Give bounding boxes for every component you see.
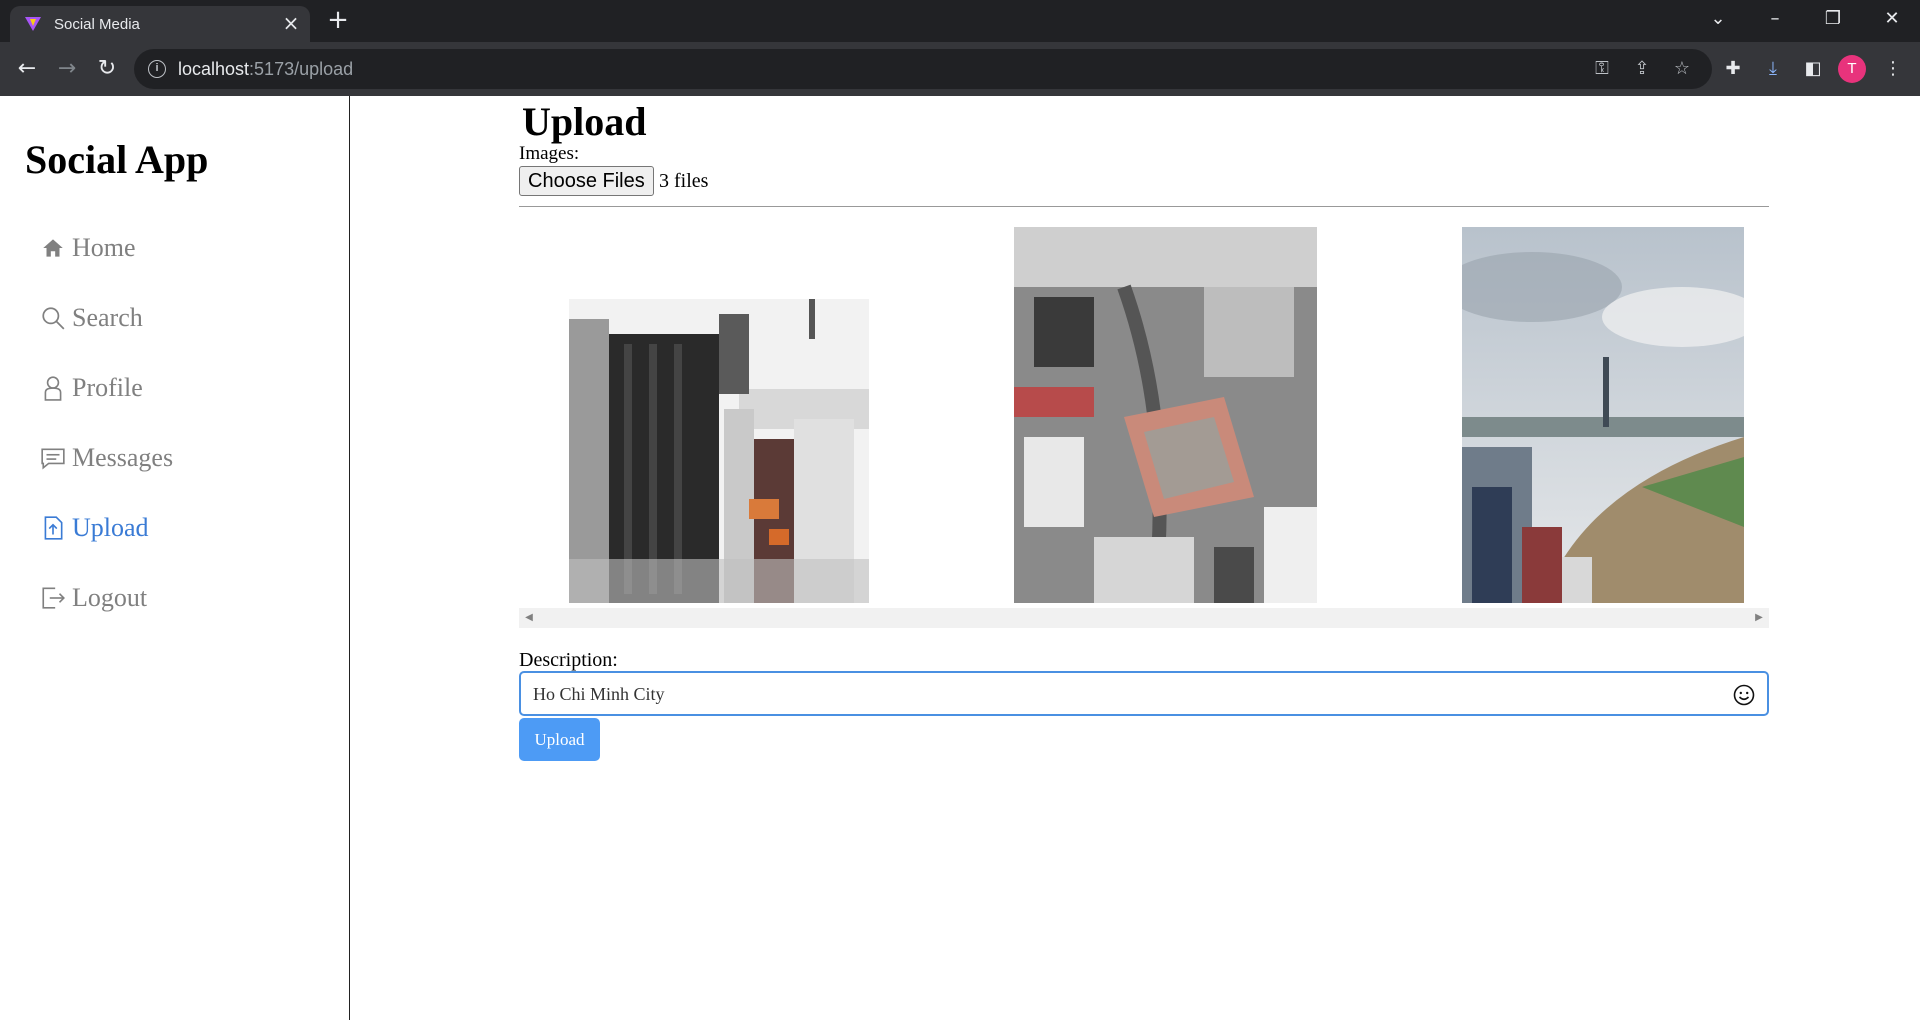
sidebar-item-label: Logout: [72, 583, 148, 612]
sidebar: Social App Home Search Profile Messages …: [0, 96, 350, 1020]
sidebar-item-label: Messages: [72, 443, 174, 472]
preview-image-1: [569, 299, 869, 603]
upload-button[interactable]: Upload: [519, 718, 600, 761]
images-label: Images:: [519, 143, 580, 164]
brand-title: Social App: [25, 137, 209, 182]
extensions-icon[interactable]: ✚: [1718, 54, 1748, 84]
minimize-icon[interactable]: –: [1755, 4, 1795, 34]
description-label: Description:: [519, 649, 618, 671]
url-text: localhost:5173/upload: [178, 59, 354, 79]
preview-image-2: [1014, 227, 1317, 603]
sidebar-item-label: Home: [72, 233, 136, 262]
sidebar-item-messages[interactable]: Messages: [40, 438, 173, 478]
close-window-icon[interactable]: ✕: [1872, 4, 1912, 34]
choose-files-button[interactable]: Choose Files: [519, 166, 654, 196]
new-tab-icon[interactable]: +: [324, 6, 352, 34]
password-key-icon[interactable]: ⚿: [1590, 57, 1614, 81]
home-icon: [43, 239, 63, 257]
description-input[interactable]: [533, 683, 1713, 705]
forward-icon[interactable]: →: [52, 54, 82, 84]
browser-toolbar: ← → ↻ i localhost:5173/upload ⚿ ⇪ ☆ ✚ ⤓ …: [0, 42, 1920, 96]
profile-avatar[interactable]: T: [1838, 55, 1866, 83]
tab-search-icon[interactable]: ⌄: [1698, 4, 1738, 34]
browser-tab[interactable]: Social Media ×: [10, 6, 310, 42]
sidebar-item-label: Upload: [72, 513, 149, 542]
page-title: Upload: [522, 99, 647, 144]
file-count: 3 files: [659, 170, 709, 192]
profile-icon: [44, 376, 62, 401]
side-panel-icon[interactable]: ◧: [1798, 54, 1828, 84]
search-icon: [42, 307, 65, 330]
close-tab-icon[interactable]: ×: [280, 12, 302, 34]
vite-logo-icon: [25, 17, 41, 31]
scroll-right-icon[interactable]: ▶: [1753, 612, 1765, 624]
upload-icon: [44, 516, 63, 540]
tab-title: Social Media: [54, 16, 140, 33]
address-bar[interactable]: i localhost:5173/upload ⚿ ⇪ ☆: [134, 49, 1712, 89]
browser-tabbar: Social Media × + ⌄ – ❐ ✕: [0, 0, 1920, 42]
scroll-left-icon[interactable]: ◀: [523, 612, 535, 624]
emoji-icon[interactable]: [1732, 683, 1756, 707]
sidebar-item-label: Profile: [72, 373, 143, 402]
sidebar-item-home[interactable]: Home: [40, 228, 136, 268]
preview-image-3: [1462, 227, 1744, 603]
sidebar-item-upload[interactable]: Upload: [40, 508, 149, 548]
messages-icon: [41, 448, 65, 470]
sidebar-item-label: Search: [72, 303, 143, 332]
sidebar-item-search[interactable]: Search: [40, 298, 143, 338]
divider: [519, 206, 1769, 207]
bookmark-star-icon[interactable]: ☆: [1670, 57, 1694, 81]
share-icon[interactable]: ⇪: [1630, 57, 1654, 81]
download-icon[interactable]: ⤓: [1758, 54, 1788, 84]
restore-icon[interactable]: ❐: [1813, 4, 1853, 34]
image-preview-gallery[interactable]: [519, 227, 1769, 603]
back-icon[interactable]: ←: [12, 54, 42, 84]
description-field[interactable]: [519, 671, 1769, 716]
sidebar-item-profile[interactable]: Profile: [40, 368, 143, 408]
gallery-scrollbar[interactable]: ◀ ▶: [519, 608, 1769, 628]
logout-icon: [42, 587, 65, 609]
site-info-icon[interactable]: i: [148, 60, 166, 78]
page: Social App Home Search Profile Messages …: [0, 96, 1920, 1020]
menu-kebab-icon[interactable]: ⋮: [1878, 54, 1908, 84]
sidebar-item-logout[interactable]: Logout: [40, 578, 147, 618]
reload-icon[interactable]: ↻: [92, 54, 122, 84]
